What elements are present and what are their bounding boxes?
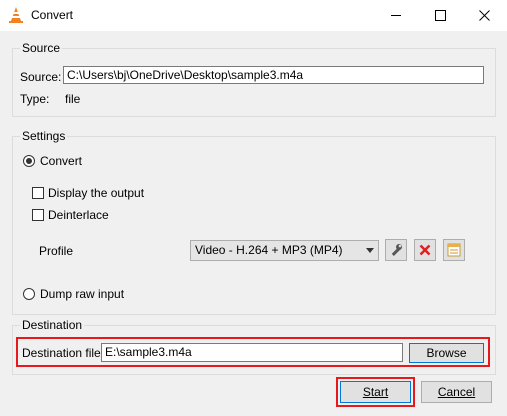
delete-icon [419, 244, 431, 256]
close-button[interactable] [462, 0, 507, 31]
start-button[interactable]: Start [340, 381, 411, 403]
cancel-button[interactable]: Cancel [421, 381, 492, 403]
wrench-icon [391, 244, 402, 256]
radio-selected-dot [26, 158, 32, 164]
display-output-checkbox[interactable] [32, 187, 44, 199]
window-title: Convert [31, 8, 74, 22]
convert-radio-label[interactable]: Convert [40, 154, 82, 168]
source-label: Source: [20, 70, 62, 84]
deinterlace-label[interactable]: Deinterlace [48, 208, 109, 222]
deinterlace-checkbox[interactable] [32, 209, 44, 221]
maximize-button[interactable] [418, 0, 463, 31]
profile-select-value: Video - H.264 + MP3 (MP4) [195, 243, 343, 257]
profile-label: Profile [39, 244, 74, 258]
display-output-label[interactable]: Display the output [48, 186, 144, 200]
start-button-label: Start [362, 385, 389, 399]
new-profile-button[interactable] [443, 239, 465, 261]
destination-file-field[interactable]: E:\sample3.m4a [101, 343, 403, 362]
destination-group-label: Destination [20, 318, 85, 332]
delete-profile-button[interactable] [414, 239, 436, 261]
type-label: Type: [20, 92, 50, 106]
destination-file-label: Destination file: [22, 346, 105, 360]
dump-raw-radio[interactable] [23, 288, 35, 300]
settings-group-label: Settings [20, 129, 68, 143]
chevron-down-icon [366, 248, 374, 253]
source-group-label: Source [20, 41, 63, 55]
vlc-cone-icon [8, 6, 24, 24]
profile-select[interactable]: Video - H.264 + MP3 (MP4) [190, 240, 379, 261]
minimize-button[interactable] [373, 0, 418, 31]
edit-profile-button[interactable] [385, 239, 407, 261]
close-icon [479, 10, 490, 21]
minimize-icon [390, 15, 401, 16]
dump-raw-label[interactable]: Dump raw input [40, 287, 124, 301]
type-value: file [65, 92, 81, 106]
convert-radio[interactable] [23, 155, 35, 167]
new-profile-icon [447, 243, 461, 257]
cancel-button-label: Cancel [437, 385, 476, 399]
browse-button[interactable]: Browse [409, 343, 484, 363]
title-bar: Convert [0, 0, 507, 31]
maximize-icon [435, 10, 446, 21]
source-path-field[interactable]: C:\Users\bj\OneDrive\Desktop\sample3.m4a [63, 66, 484, 84]
